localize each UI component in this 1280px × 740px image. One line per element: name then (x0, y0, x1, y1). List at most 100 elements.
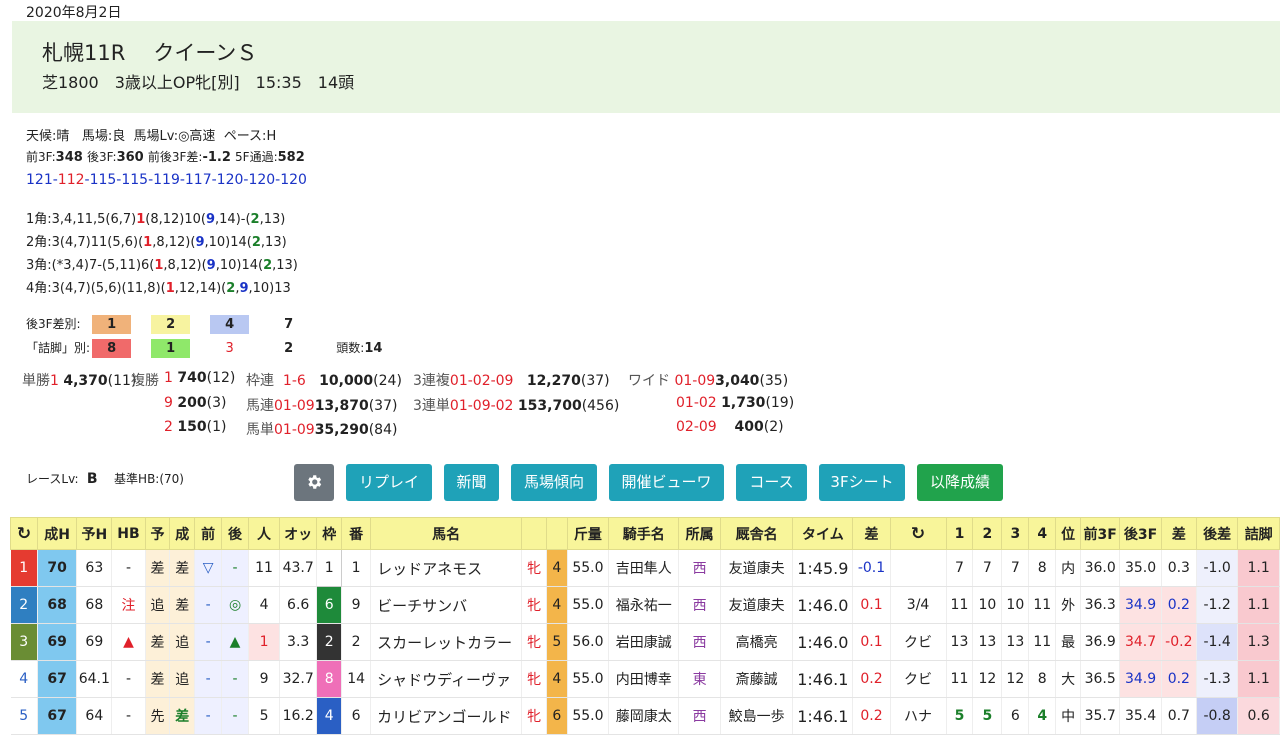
column-header[interactable]: ↻ (10, 517, 38, 550)
table-cell: 11 (1028, 586, 1057, 624)
table-cell: 5 (546, 623, 568, 661)
table-cell: -1.2 (1196, 586, 1239, 624)
table-cell: 64.1 (76, 660, 113, 698)
count-chip: 1 (151, 339, 191, 358)
table-cell: - (221, 660, 249, 698)
viewer-button[interactable]: 開催ビューワ (609, 464, 724, 501)
track-conditions: 天候:晴 馬場:良 馬場Lv:◎高速 ペース:H (26, 129, 277, 144)
table-cell: 西 (678, 623, 721, 661)
track-trend-button[interactable]: 馬場傾向 (511, 464, 597, 501)
corner-line: 2角:3(4,7)11(5,6)(1,8,12)(9,10)14(2,13) (26, 235, 287, 250)
table-cell: 1:45.9 (792, 549, 854, 587)
table-cell: 鮫島一歩 (720, 697, 794, 735)
table-cell: 35.7 (1080, 697, 1121, 735)
column-header: 成 (169, 517, 196, 550)
column-header: 前3F (1080, 517, 1121, 550)
column-header: 詰脚 (1237, 517, 1280, 550)
later-results-button[interactable]: 以降成績 (917, 464, 1003, 501)
table-row[interactable]: 2 68 68 注追差 - ◎ 4 6.6 6 9 ビーチサンバ牝 4 55.0 福永祐一西友道康夫 1:4… (10, 586, 1280, 624)
table-cell: レッドアネモス (370, 549, 523, 587)
column-header: 位 (1055, 517, 1082, 550)
table-cell: 55.0 (567, 586, 610, 624)
table-cell: 5 (248, 697, 281, 735)
table-cell: 34.7 (1119, 623, 1162, 661)
table-cell: 斎藤誠 (720, 660, 794, 698)
table-row[interactable]: 4 67 64.1- 差追 - -9 32.7 8 14 シャドウディーヴァ牝 4 55.0 内田博幸東… (10, 660, 1280, 698)
table-cell: 福永祐一 (608, 586, 680, 624)
column-header: 前 (194, 517, 223, 550)
results-table: ↻ 成H 予H HB 予成前後人オッ枠番馬名 斤量 騎手名 所属 厩舎名 タイム差 ↻ 1 2 3 4 位前3… (10, 517, 1280, 735)
table-cell: 67 (37, 697, 78, 735)
table-cell: - (194, 697, 223, 735)
table-cell: 4 (1028, 697, 1057, 735)
table-cell: 12 (1001, 660, 1030, 698)
table-cell: 注 (111, 586, 146, 624)
race-date: 2020年8月2日 (26, 5, 122, 21)
table-cell: 12 (972, 660, 1003, 698)
table-cell: 中 (1055, 697, 1082, 735)
count-chip: 1 (92, 315, 132, 334)
table-cell: 4 (546, 660, 568, 698)
table-cell: 牝 (521, 697, 548, 735)
payout-fukusho-3: 2 150(1) (164, 419, 227, 435)
course-button[interactable]: コース (736, 464, 807, 501)
table-cell: 5 (10, 697, 38, 735)
table-cell: 4 (546, 586, 568, 624)
table-cell: 13 (946, 623, 974, 661)
table-cell: 64 (76, 697, 113, 735)
table-cell: 6 (341, 697, 372, 735)
lap-segment: 112 (57, 172, 85, 188)
table-cell: 追 (169, 623, 196, 661)
tsume-breakdown: 「詰脚」別: 8132 頭数:14 (26, 339, 383, 358)
table-cell: 西 (678, 549, 721, 587)
table-cell: 69 (37, 623, 78, 661)
table-cell: 1.1 (1237, 586, 1280, 624)
table-cell: 藤岡康太 (608, 697, 680, 735)
table-cell: 1.1 (1237, 549, 1280, 587)
column-header[interactable]: ↻ (889, 517, 947, 550)
table-cell: 2 (316, 623, 343, 661)
table-cell: 1:46.1 (792, 697, 854, 735)
table-cell: クビ (890, 660, 947, 698)
payout-fukusho-label: 複勝 (131, 373, 159, 389)
table-cell: カリビアンゴールド (370, 697, 523, 735)
table-cell: 1:46.1 (792, 660, 854, 698)
table-row[interactable]: 1 70 63- 差差 ▽ -11 43.7 1 1 レッドアネモス牝 4 55.0 吉田隼人西友道康夫… (10, 549, 1280, 587)
count-chip: 2 (151, 315, 191, 334)
table-cell: 1 (316, 549, 343, 587)
table-row[interactable]: 5 67 64- 先差 - -5 16.2 4 6 カリビアンゴールド牝 6 55.0 藤岡康太西鮫島一… (10, 697, 1280, 735)
table-cell: 36.9 (1080, 623, 1121, 661)
table-cell: 友道康夫 (720, 549, 794, 587)
table-cell: 11 (946, 660, 974, 698)
race-header: 札幌11R クイーンＳ 芝1800 3歳以上OP牝[別] 15:35 14頭 (12, 21, 1280, 113)
table-cell: ハナ (890, 697, 947, 735)
table-cell: 10 (1001, 586, 1030, 624)
lap-segment: -115-115-119-117-120-120-120 (84, 172, 307, 188)
table-cell: 差 (145, 660, 171, 698)
payout-wide-3: 02-09 400(2) (676, 419, 784, 435)
column-header: オッ (279, 517, 318, 550)
payout-wakuren: 枠連 1-6 10,000(24) (246, 373, 402, 389)
corner-line: 3角:(*3,4)7-(5,11)6(1,8,12)(9,10)14(2,13) (26, 258, 298, 273)
news-button[interactable]: 新聞 (444, 464, 499, 501)
lap-times: 121-112-115-115-119-117-120-120-120 (26, 172, 307, 188)
table-cell: 1:46.0 (792, 586, 854, 624)
table-cell: 1.1 (1237, 660, 1280, 698)
table-cell: 35.0 (1119, 549, 1162, 587)
3f-sheet-button[interactable]: 3Fシート (819, 464, 905, 501)
table-cell: 0.2 (1161, 660, 1197, 698)
table-cell: 差 (169, 586, 196, 624)
table-row[interactable]: 3 69 69 ▲ 差追 - ▲ 1 3.3 2 2 スカーレットカラー牝 5 56.0 岩田康誠西高橋亮 1… (10, 623, 1280, 661)
column-header: タイム (792, 517, 854, 550)
settings-button[interactable] (294, 464, 334, 501)
table-cell: - (194, 586, 223, 624)
table-cell: 69 (76, 623, 113, 661)
table-cell: 34.9 (1119, 660, 1162, 698)
table-cell: スカーレットカラー (370, 623, 523, 661)
column-header: 後3F (1119, 517, 1162, 550)
replay-button[interactable]: リプレイ (346, 464, 432, 501)
payout-fukusho-2: 9 200(3) (164, 395, 227, 411)
table-cell: 3 (10, 623, 38, 661)
table-cell: -0.1 (852, 549, 891, 587)
table-cell: 西 (678, 586, 721, 624)
